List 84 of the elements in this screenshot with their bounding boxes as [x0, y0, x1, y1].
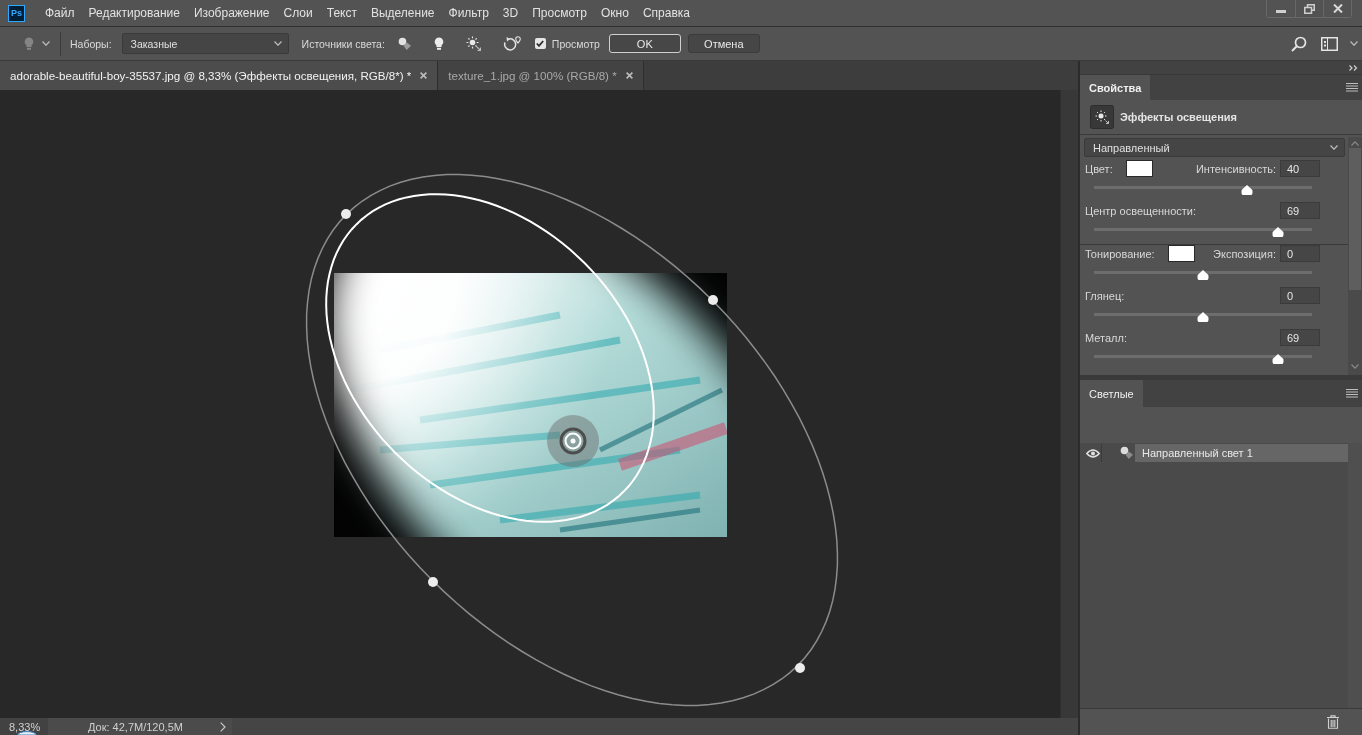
- field-label: Центр освещенности:: [1085, 204, 1197, 217]
- spotlight-icon: [1120, 446, 1134, 460]
- ok-button[interactable]: OK: [608, 34, 681, 53]
- caret-icon: [1330, 145, 1338, 150]
- chevron-up-icon[interactable]: [1351, 141, 1359, 146]
- menu-item[interactable]: Текст: [325, 4, 358, 22]
- resize-handle[interactable]: [341, 209, 351, 219]
- field-label: Металл:: [1085, 331, 1127, 344]
- caret-icon: [273, 41, 282, 46]
- preview-label: Просмотр: [551, 37, 600, 50]
- chevron-right-icon[interactable]: [220, 721, 226, 732]
- slider-thumb[interactable]: [1197, 270, 1209, 280]
- menu-item[interactable]: Выделение: [369, 4, 436, 22]
- minimize-icon: [1276, 10, 1286, 13]
- panel-tab[interactable]: Светлые: [1080, 380, 1143, 407]
- menu-item[interactable]: 3D: [501, 4, 520, 22]
- document-tab[interactable]: adorable-beautiful-boy-35537.jpg @ 8,33% (Эффекты освещения, RGB/8*) *: [0, 61, 439, 90]
- search-icon[interactable]: [1291, 35, 1307, 52]
- trash-icon[interactable]: [1327, 715, 1339, 729]
- light-list-item[interactable]: Направленный свет 1: [1135, 444, 1348, 462]
- checkmark-icon: [536, 40, 545, 47]
- slider-thumb[interactable]: [1240, 185, 1253, 195]
- menu-item[interactable]: Фильтр: [447, 4, 490, 22]
- sun-icon[interactable]: [465, 36, 481, 51]
- field-label: Цвет:: [1085, 162, 1113, 175]
- field-label: Интенсивность:: [1195, 162, 1276, 175]
- document-tab[interactable]: texture_1.jpg @ 100% (RGB/8) *: [438, 61, 644, 90]
- panel-title: Эффекты освещения: [1120, 111, 1238, 123]
- menu-item[interactable]: Слои: [282, 4, 314, 22]
- document-size-info: Док: 42,7M/120,5M: [88, 720, 183, 733]
- slider-thumb[interactable]: [1272, 354, 1285, 364]
- color-swatch[interactable]: [1167, 245, 1195, 262]
- value-field[interactable]: 0: [1280, 245, 1320, 262]
- lighting-effects-icon: [1090, 105, 1114, 129]
- slider-thumb[interactable]: [1197, 312, 1209, 322]
- resize-handle[interactable]: [795, 663, 805, 673]
- vertical-scrollbar[interactable]: [1060, 90, 1078, 718]
- close-icon[interactable]: [420, 72, 428, 79]
- light-center-target[interactable]: [547, 415, 599, 467]
- close-icon: [1332, 4, 1343, 13]
- cancel-button[interactable]: Отмена: [687, 34, 760, 53]
- list-scrollbar[interactable]: [1348, 443, 1362, 708]
- restore-icon: [1304, 3, 1315, 14]
- field-label: Экспозиция:: [1213, 247, 1276, 260]
- field-label: Глянец:: [1085, 289, 1125, 302]
- rotate-arrow-icon[interactable]: [501, 35, 522, 52]
- spotlight-icon[interactable]: [397, 36, 412, 51]
- menu-item[interactable]: Просмотр: [531, 4, 588, 22]
- workspace-layout-icon[interactable]: [1321, 36, 1338, 51]
- vertical-scrollbar[interactable]: [1348, 137, 1362, 375]
- close-button[interactable]: [1323, 0, 1351, 17]
- light-bulb-icon[interactable]: [433, 37, 444, 50]
- presets-dropdown[interactable]: Заказные: [121, 33, 289, 54]
- value-field[interactable]: 69: [1280, 202, 1320, 219]
- scrollbar-thumb[interactable]: [1349, 148, 1361, 290]
- resize-handle[interactable]: [708, 295, 718, 305]
- semicircle-icon: [17, 731, 37, 735]
- chevron-down-icon[interactable]: [1351, 364, 1359, 369]
- caret-icon: [1350, 41, 1358, 46]
- presets-label: Наборы:: [70, 37, 112, 50]
- value-field[interactable]: 0: [1280, 287, 1320, 304]
- panel-tab[interactable]: Свойства: [1080, 75, 1151, 100]
- menu-item[interactable]: Окно: [600, 4, 630, 22]
- caret-icon: [42, 41, 50, 46]
- menu-icon[interactable]: [1346, 389, 1358, 398]
- value-field[interactable]: 69: [1280, 329, 1320, 346]
- menu-item[interactable]: Справка: [641, 4, 691, 22]
- value-field[interactable]: 40: [1280, 160, 1320, 177]
- menu-item[interactable]: Файл: [44, 4, 76, 22]
- resize-handle[interactable]: [428, 577, 438, 587]
- field-label: Тонирование:: [1085, 247, 1155, 260]
- menu-icon[interactable]: [1346, 83, 1358, 92]
- collapse-panels-icon[interactable]: [1349, 64, 1358, 71]
- light-sources-label: Источники света:: [301, 37, 385, 50]
- app-logo: Ps: [8, 4, 25, 22]
- menu-item[interactable]: Редактирование: [87, 4, 181, 22]
- preview-checkbox[interactable]: [534, 38, 546, 49]
- slider-thumb[interactable]: [1272, 227, 1285, 237]
- canvas-area[interactable]: [0, 90, 1060, 718]
- close-icon[interactable]: [625, 72, 633, 79]
- eye-icon[interactable]: [1085, 448, 1100, 458]
- menu-item[interactable]: Изображение: [192, 4, 271, 22]
- color-swatch[interactable]: [1125, 160, 1153, 177]
- light-type-dropdown[interactable]: Направленный: [1084, 138, 1345, 157]
